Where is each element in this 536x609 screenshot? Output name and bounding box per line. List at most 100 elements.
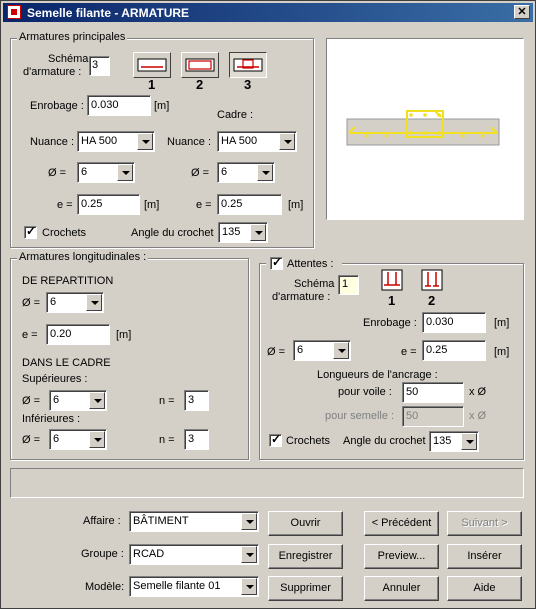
cadre-e-input[interactable]: 0.25 [217, 194, 282, 215]
enrobage-input[interactable]: 0.030 [87, 95, 151, 116]
schema-1-label: 1 [148, 77, 156, 92]
schema-3-button[interactable] [229, 52, 267, 78]
att-enrobage-label: Enrobage : [363, 317, 417, 329]
affaire-label: Affaire : [83, 515, 121, 527]
affaire-select[interactable]: BÂTIMENT [129, 511, 259, 532]
status-bar [10, 468, 524, 498]
cadre-diam-label: Ø = [191, 167, 210, 179]
attentes-checkbox[interactable]: ✓ [270, 255, 283, 270]
attentes-label: Attentes : [287, 258, 334, 270]
angle-select[interactable]: 135 [218, 222, 268, 243]
chevron-down-icon[interactable] [257, 164, 273, 181]
inf-n-input[interactable]: 3 [184, 429, 209, 450]
att-enrobage-unit: [m] [494, 317, 510, 329]
ouvrir-button[interactable]: Ouvrir [268, 511, 343, 536]
chevron-down-icon[interactable] [117, 164, 133, 181]
check-icon: ✓ [271, 432, 282, 446]
nuance-label: Nuance : [30, 136, 75, 148]
semelle-input: 50 [402, 406, 464, 427]
diam-label: Ø = [48, 167, 67, 179]
rep-e-input[interactable]: 0.20 [46, 324, 110, 345]
supprimer-button[interactable]: Supprimer [268, 576, 343, 601]
precedent-button[interactable]: < Précédent [364, 511, 439, 536]
att-angle-label: Angle du crochet [343, 435, 426, 447]
att-angle-select[interactable]: 135 [429, 431, 479, 452]
check-icon: ✓ [26, 224, 37, 238]
nuance-select[interactable]: HA 500 [77, 131, 155, 152]
sup-diam-select[interactable]: 6 [49, 390, 107, 411]
att-schema-2-button[interactable] [421, 269, 443, 291]
chevron-down-icon[interactable] [241, 546, 257, 563]
schema-1-button[interactable] [133, 52, 171, 78]
cadre-nuance-select[interactable]: HA 500 [217, 131, 297, 152]
diam-select[interactable]: 6 [77, 162, 135, 183]
cadre-diam-select[interactable]: 6 [217, 162, 275, 183]
inferieures-label: Inférieures : [22, 413, 81, 425]
semelle-label: pour semelle : [325, 410, 395, 422]
schema-2-label: 2 [196, 77, 204, 92]
e-unit: [m] [144, 199, 160, 211]
chevron-down-icon[interactable] [241, 578, 257, 595]
sup-n-input[interactable]: 3 [184, 390, 209, 411]
chevron-down-icon[interactable] [89, 431, 105, 448]
preview-button[interactable]: Preview... [364, 544, 439, 569]
modele-label: Modèle: [85, 581, 125, 593]
chevron-down-icon[interactable] [279, 133, 295, 150]
inf-diam-label: Ø = [22, 434, 41, 446]
window-title: Semelle filante - ARMATURE [27, 6, 190, 20]
inserer-button[interactable]: Insérer [447, 544, 522, 569]
att-e-label: e = [401, 346, 417, 358]
sup-n-label: n = [159, 395, 175, 407]
close-button[interactable]: ✕ [514, 5, 530, 19]
modele-select[interactable]: Semelle filante 01 [129, 576, 259, 597]
schema-label-2: d'armature : [23, 66, 82, 78]
e-input[interactable]: 0.25 [77, 194, 140, 215]
chevron-down-icon[interactable] [461, 433, 477, 450]
inf-n-label: n = [159, 434, 175, 446]
voile-unit: x Ø [469, 386, 487, 398]
annuler-button[interactable]: Annuler [364, 576, 439, 601]
att-schema-1-icon [381, 269, 403, 291]
inf-diam-select[interactable]: 6 [49, 429, 107, 450]
enregistrer-button[interactable]: Enregistrer [268, 544, 343, 569]
e-label: e = [57, 199, 73, 211]
semelle-unit: x Ø [469, 410, 487, 422]
att-enrobage-input[interactable]: 0.030 [422, 312, 486, 333]
schema-input[interactable]: 3 [89, 56, 110, 76]
schema-3-label: 3 [244, 77, 252, 92]
voile-label: pour voile : [338, 386, 392, 398]
rep-diam-select[interactable]: 6 [46, 292, 104, 313]
chevron-down-icon[interactable] [241, 513, 257, 530]
att-schema-1-button[interactable] [381, 269, 403, 291]
crochets-label: Crochets [42, 227, 87, 239]
enrobage-unit: [m] [154, 100, 170, 112]
groupe-select[interactable]: RCAD [129, 544, 259, 565]
att-e-input[interactable]: 0.25 [422, 340, 486, 361]
title-bar[interactable]: Semelle filante - ARMATURE ✕ [3, 3, 533, 22]
app-icon [7, 5, 21, 19]
att-crochets-label: Crochets [286, 435, 331, 447]
enrobage-label: Enrobage : [30, 100, 84, 112]
chevron-down-icon[interactable] [137, 133, 153, 150]
att-schema-2-icon [421, 269, 443, 291]
angle-label: Angle du crochet [131, 227, 214, 239]
chevron-down-icon[interactable] [333, 342, 349, 359]
superieures-label: Supérieures : [22, 373, 88, 385]
semelle-section-drawing [346, 110, 500, 146]
cadre-nuance-label: Nuance : [167, 136, 212, 148]
chevron-down-icon[interactable] [86, 294, 102, 311]
cadre-e-unit: [m] [288, 199, 304, 211]
att-schema-input[interactable]: 1 [338, 275, 359, 295]
chevron-down-icon[interactable] [89, 392, 105, 409]
att-diam-select[interactable]: 6 [293, 340, 351, 361]
crochets-checkbox[interactable]: ✓ [24, 224, 37, 239]
group-title: Armatures longitudinales : [17, 251, 149, 263]
att-crochets-checkbox[interactable]: ✓ [269, 432, 282, 447]
schema-2-button[interactable] [181, 52, 219, 78]
repartition-label: DE REPARTITION [22, 275, 114, 287]
aide-button[interactable]: Aide [447, 576, 522, 601]
chevron-down-icon[interactable] [250, 224, 266, 241]
voile-input[interactable]: 50 [402, 382, 464, 403]
sup-diam-label: Ø = [22, 395, 41, 407]
att-schema-1-label: 1 [388, 293, 396, 308]
